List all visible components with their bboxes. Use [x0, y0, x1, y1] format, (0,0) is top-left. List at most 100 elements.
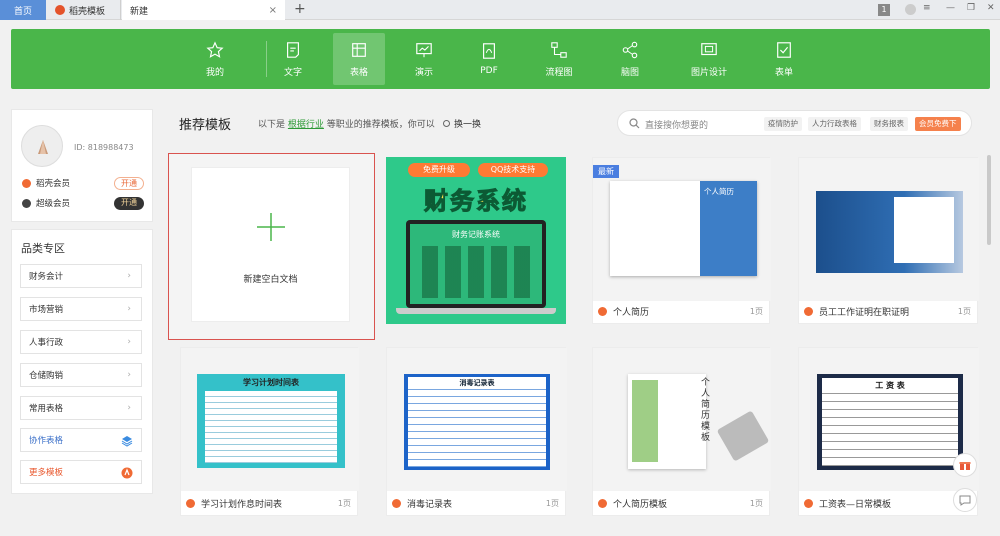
layers-icon — [121, 436, 133, 447]
gift-icon — [959, 462, 971, 470]
tool-writer[interactable]: 文字 — [267, 33, 319, 85]
template-card-payroll[interactable]: 工 资 表 工资表—日常模板 1页 — [798, 347, 979, 516]
resume-left-page — [610, 181, 700, 276]
document-icon — [287, 41, 299, 58]
recommend-sub-prefix: 以下是 — [258, 120, 286, 130]
restore-button[interactable]: ❐ — [967, 3, 975, 13]
study-plan-thumb-title: 学习计划时间表 — [243, 378, 299, 387]
search-tag[interactable]: 人力行政表格 — [808, 117, 861, 131]
template-card-employment-certificate[interactable]: 员工工作证明在职证明 1页 — [798, 157, 979, 324]
tool-presentation-label: 演示 — [414, 67, 433, 78]
template-card-resume[interactable]: 个人简历 最新 个人简历 1页 — [592, 157, 771, 324]
tab-docer[interactable]: 稻壳模板 — [49, 0, 121, 20]
tool-form[interactable]: 表单 — [758, 33, 810, 85]
user-avatar-icon[interactable] — [905, 4, 916, 15]
tool-mindmap-label: 脑图 — [620, 67, 639, 78]
recommend-title: 推荐模板 — [179, 118, 232, 133]
disinfection-grid: 消毒记录表 — [408, 377, 546, 467]
resume-paper: 个人简历 — [610, 181, 757, 276]
card-footer: 个人简历模板 1页 — [593, 491, 769, 515]
tab-docer-label: 稻壳模板 — [69, 6, 106, 17]
resume-right-page: 个人简历 — [700, 181, 757, 276]
swap-button[interactable]: 换一换 — [443, 117, 481, 130]
new-blank-document-card[interactable]: 新建空白文档 — [168, 153, 375, 340]
banner-qq-support: QQ技术支持 — [478, 163, 548, 177]
search-tag[interactable]: 财务报表 — [870, 117, 908, 131]
category-marketing[interactable]: 市场营销 › — [20, 297, 142, 321]
screen-buttons — [422, 246, 532, 298]
chevron-right-icon: › — [127, 370, 131, 380]
menu-icon[interactable]: ≡ — [923, 3, 931, 13]
template-card-resume-template[interactable]: 个人简历模板 个人简历模板 1页 — [592, 347, 771, 516]
category-warehouse[interactable]: 仓储购销 › — [20, 363, 142, 387]
chat-bubble-icon — [959, 495, 971, 506]
tab-new[interactable]: 新建 × — [122, 0, 285, 20]
category-finance[interactable]: 财务会计 › — [20, 264, 142, 288]
add-tab-button[interactable]: + — [294, 1, 306, 17]
card-title: 个人简历模板 — [613, 499, 668, 510]
tool-mine[interactable]: 我的 — [189, 33, 241, 85]
feedback-button[interactable] — [953, 488, 977, 512]
docer-member-row: 稻壳会员 开通 — [22, 176, 144, 190]
mindmap-icon — [622, 41, 638, 58]
tool-writer-label: 文字 — [283, 67, 302, 78]
gift-button[interactable] — [953, 453, 977, 477]
tool-mindmap[interactable]: 脑图 — [604, 33, 656, 85]
template-card-study-plan[interactable]: 学习计划时间表 学习计划作息时间表 1页 — [180, 347, 359, 516]
docer-logo-icon — [121, 467, 133, 479]
search-tag[interactable]: 疫情防护 — [764, 117, 802, 131]
tool-presentation[interactable]: 演示 — [398, 33, 450, 85]
industry-link[interactable]: 根据行业 — [288, 120, 324, 130]
category-label: 仓储购销 — [29, 371, 64, 381]
template-card-disinfection-record[interactable]: 消毒记录表 消毒记录表 1页 — [386, 347, 567, 516]
collab-table-link[interactable]: 协作表格 — [20, 428, 142, 452]
scrollbar[interactable] — [987, 155, 991, 245]
template-search[interactable]: 直接搜你想要的 疫情防护 人力行政表格 财务报表 会员免费下 — [617, 110, 972, 136]
docer-logo-icon — [804, 306, 813, 316]
recommend-sub-suffix: 等职业的推荐模板，你可以 — [326, 120, 435, 130]
tool-spreadsheet-label: 表格 — [349, 67, 368, 78]
docer-member-open-button[interactable]: 开通 — [114, 176, 144, 190]
refresh-icon — [443, 120, 450, 127]
card-footer: 个人简历 1页 — [593, 299, 769, 323]
tab-new-label: 新建 — [130, 6, 149, 17]
tool-pdf[interactable]: PDF — [463, 33, 515, 85]
docer-logo-icon — [598, 498, 607, 508]
tool-flowchart[interactable]: 流程图 — [533, 33, 585, 85]
more-templates-label: 更多模板 — [29, 468, 64, 478]
category-common-forms[interactable]: 常用表格 › — [20, 396, 142, 420]
star-icon — [206, 40, 224, 58]
tool-mine-label: 我的 — [205, 67, 224, 78]
card-footer: 工资表—日常模板 1页 — [799, 491, 977, 515]
close-tab-icon[interactable]: × — [269, 5, 277, 16]
avatar[interactable] — [21, 125, 63, 167]
close-window-button[interactable]: ✕ — [987, 3, 995, 13]
new-badge: 最新 — [593, 165, 619, 178]
search-input[interactable]: 直接搜你想要的 — [645, 118, 708, 131]
notification-badge[interactable]: 1 — [878, 4, 890, 16]
title-bar: 首页 稻壳模板 新建 × + 1 ≡ — ❐ ✕ — [0, 0, 1000, 20]
more-templates-link[interactable]: 更多模板 — [20, 460, 142, 484]
table-icon — [352, 42, 366, 57]
minimize-button[interactable]: — — [946, 3, 955, 13]
template-card-finance-system[interactable]: 免费升级 QQ技术支持 财务系统 财务记账系统 — [386, 157, 566, 324]
screen-title: 财务记账系统 — [452, 230, 500, 239]
category-hr-admin[interactable]: 人事行政 › — [20, 330, 142, 354]
disinfection-thumb-title: 消毒记录表 — [408, 378, 546, 388]
study-plan-grid — [205, 391, 337, 463]
category-label: 财务会计 — [29, 272, 64, 282]
docer-logo-icon — [392, 498, 401, 508]
user-id: ID: 818988473 — [74, 143, 134, 152]
docer-logo-icon — [804, 498, 813, 508]
tab-home[interactable]: 首页 — [0, 0, 46, 20]
tool-spreadsheet[interactable]: 表格 — [333, 33, 385, 85]
card-title: 消毒记录表 — [407, 499, 453, 510]
card-title: 个人简历 — [613, 307, 650, 318]
laptop-prop — [716, 410, 770, 462]
laptop-display: 财务记账系统 — [410, 224, 542, 304]
resume-template-thumb-title: 个人简历模板 — [701, 378, 711, 443]
tool-image-design[interactable]: 图片设计 — [683, 33, 735, 85]
collab-table-label: 协作表格 — [29, 436, 64, 446]
super-member-open-button[interactable]: 开通 — [114, 196, 144, 210]
vip-free-download-button[interactable]: 会员免费下 — [915, 117, 961, 131]
